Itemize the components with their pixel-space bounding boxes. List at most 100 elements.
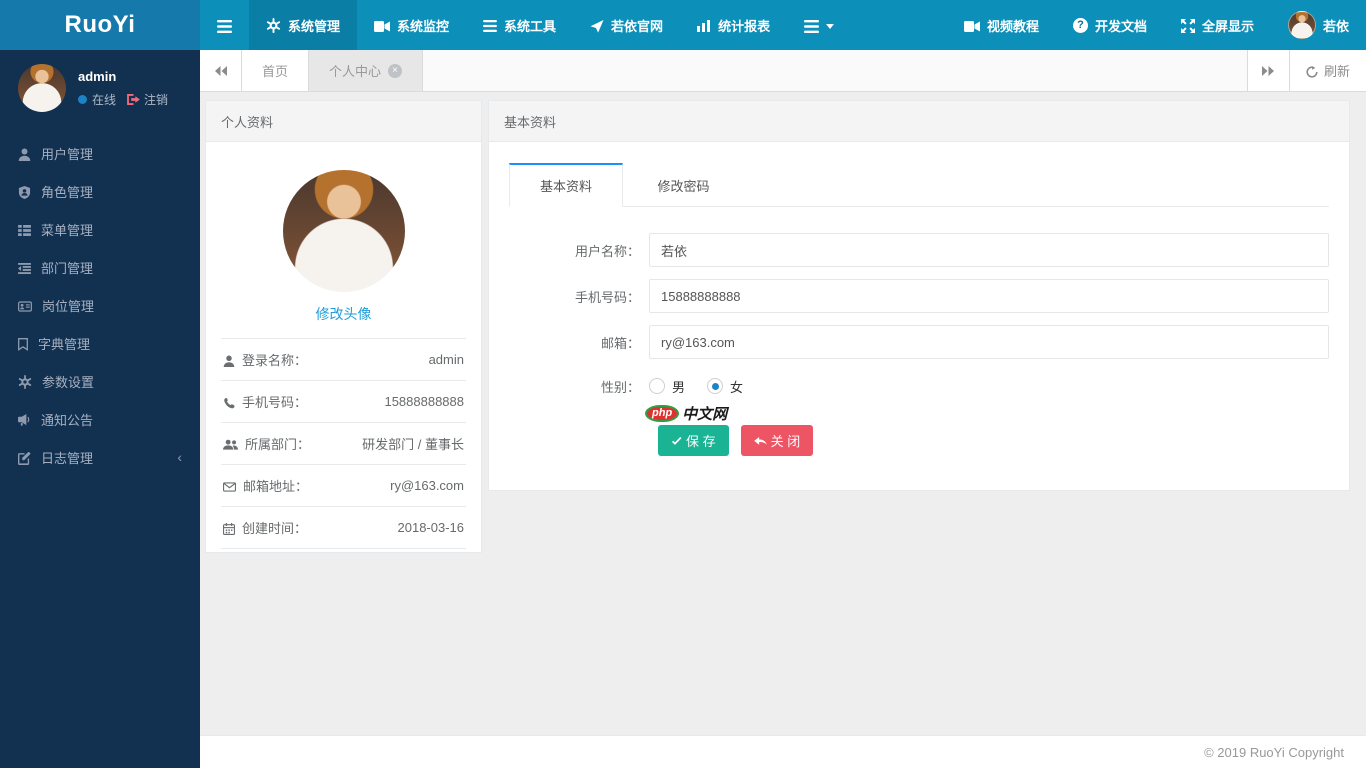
tab-basic-info[interactable]: 基本资料 bbox=[509, 163, 624, 207]
sidebar-item-menu-manage[interactable]: 菜单管理 bbox=[0, 210, 200, 248]
change-avatar-link[interactable]: 修改头像 bbox=[316, 304, 372, 324]
calendar-icon bbox=[223, 520, 242, 535]
nav-item-label: 若依官网 bbox=[611, 18, 664, 34]
gender-radio-male[interactable]: 男 bbox=[649, 377, 685, 396]
nav-item-more-menu[interactable] bbox=[787, 0, 851, 50]
list-item-create-time: 创建时间： 2018-03-16 bbox=[221, 507, 466, 549]
menu-bars-icon bbox=[804, 17, 820, 33]
refresh-icon bbox=[1306, 63, 1318, 78]
tab-personal-center[interactable]: 个人中心 × bbox=[309, 50, 424, 91]
reply-icon bbox=[753, 433, 767, 448]
logout-link[interactable]: 注销 bbox=[127, 91, 168, 108]
users-icon bbox=[223, 436, 245, 451]
tabs-scroll-right-button[interactable] bbox=[1246, 50, 1289, 91]
profile-avatar[interactable] bbox=[282, 170, 405, 292]
tab-change-password[interactable]: 修改密码 bbox=[627, 165, 739, 206]
online-dot-icon bbox=[78, 94, 87, 104]
list-icon bbox=[483, 18, 497, 33]
sidebar-item-dict-manage[interactable]: 字典管理 bbox=[0, 324, 200, 362]
detail-tabs: 基本资料 修改密码 bbox=[509, 162, 1329, 207]
gender-radio-female[interactable]: 女 bbox=[707, 377, 743, 396]
php-cn-watermark: php 中文网 bbox=[645, 403, 1329, 423]
app-logo[interactable]: RuoYi bbox=[0, 0, 200, 50]
sidebar-user-panel: admin 在线 注销 bbox=[0, 50, 200, 128]
basic-info-panel: 基本资料 基本资料 修改密码 用户名称： 手机号码： bbox=[488, 100, 1350, 491]
list-item-email: 邮箱地址： ry@163.com bbox=[221, 465, 466, 507]
user-icon bbox=[18, 145, 31, 161]
basic-info-form: 用户名称： 手机号码： 邮箱： 性别： bbox=[509, 207, 1329, 456]
post-icon bbox=[18, 298, 32, 313]
user-icon bbox=[223, 352, 242, 367]
nav-item-video-tutorial[interactable]: 视频教程 bbox=[947, 0, 1056, 50]
list-item-phone: 手机号码： 15888888888 bbox=[221, 381, 466, 423]
nav-item-user-menu[interactable]: 若依 bbox=[1271, 0, 1366, 50]
radio-icon bbox=[707, 378, 724, 394]
online-status: 在线 bbox=[92, 92, 117, 107]
user-avatar bbox=[1287, 11, 1316, 39]
profile-panel-header: 个人资料 bbox=[206, 101, 481, 142]
bullhorn-icon bbox=[18, 412, 31, 427]
paper-plane-icon bbox=[590, 17, 604, 33]
sidebar-item-log-manage[interactable]: 日志管理 ‹ bbox=[0, 438, 200, 476]
phone-input[interactable] bbox=[649, 279, 1329, 313]
sidebar-item-dept-manage[interactable]: 部门管理 bbox=[0, 248, 200, 286]
list-item-login-name: 登录名称： admin bbox=[221, 339, 466, 381]
tab-home[interactable]: 首页 bbox=[242, 50, 310, 91]
gender-label: 性别： bbox=[600, 379, 640, 395]
copyright-text: © 2019 RuoYi Copyright bbox=[1204, 744, 1344, 760]
username-label: 用户名称： bbox=[574, 243, 640, 259]
sidebar-item-config-manage[interactable]: 参数设置 bbox=[0, 362, 200, 400]
sidebar-item-notice-manage[interactable]: 通知公告 bbox=[0, 400, 200, 438]
gear-icon bbox=[266, 17, 281, 34]
nav-item-system-manage[interactable]: 系统管理 bbox=[249, 0, 358, 50]
nav-item-ruoyi-website[interactable]: 若依官网 bbox=[573, 0, 680, 50]
nav-username: 若依 bbox=[1322, 18, 1349, 34]
main-area: 首页 个人中心 × 刷新 个人资料 修改头像 登录名称： admin 手机号码：… bbox=[200, 50, 1366, 768]
page-footer: © 2019 RuoYi Copyright bbox=[200, 735, 1366, 768]
nav-item-system-monitor[interactable]: 系统监控 bbox=[357, 0, 466, 50]
fullscreen-icon bbox=[1180, 17, 1195, 33]
phone-label: 手机号码： bbox=[574, 289, 640, 305]
chevron-left-icon[interactable]: ‹ bbox=[177, 449, 182, 465]
close-button[interactable]: 关 闭 bbox=[740, 425, 814, 456]
username-input[interactable] bbox=[649, 233, 1329, 267]
nav-item-dev-docs[interactable]: ? 开发文档 bbox=[1056, 0, 1164, 50]
nav-item-fullscreen[interactable]: 全屏显示 bbox=[1164, 0, 1271, 50]
menu-list-icon bbox=[18, 222, 31, 237]
question-icon: ? bbox=[1072, 17, 1088, 33]
page-tab-bar: 首页 个人中心 × 刷新 bbox=[200, 50, 1366, 92]
nav-item-statistics-report[interactable]: 统计报表 bbox=[680, 0, 787, 50]
save-button[interactable]: 保 存 bbox=[658, 425, 729, 456]
sidebar-toggle-button[interactable] bbox=[200, 0, 249, 50]
sidebar-item-role-manage[interactable]: 角色管理 bbox=[0, 172, 200, 210]
video-icon bbox=[963, 18, 980, 33]
email-input[interactable] bbox=[649, 325, 1329, 359]
hamburger-icon bbox=[217, 17, 232, 33]
tab-bar-right: 刷新 bbox=[1246, 50, 1366, 91]
nav-item-label: 系统监控 bbox=[397, 18, 450, 34]
avatar[interactable] bbox=[18, 64, 66, 112]
php-logo-icon: php bbox=[645, 404, 680, 422]
sign-out-icon bbox=[127, 92, 140, 106]
nav-item-system-tools[interactable]: 系统工具 bbox=[466, 0, 573, 50]
topbar: RuoYi 系统管理 系统监控 系统工具 若依官网 统计报表 视频教程 ? 开发… bbox=[0, 0, 1366, 50]
panel-title: 个人资料 bbox=[221, 114, 274, 130]
caret-down-icon bbox=[826, 18, 835, 33]
nav-item-label: 全屏显示 bbox=[1201, 18, 1254, 34]
sidebar-item-post-manage[interactable]: 岗位管理 bbox=[0, 286, 200, 324]
email-label: 邮箱： bbox=[600, 335, 640, 351]
edit-icon bbox=[18, 449, 31, 465]
nav-item-label: 统计报表 bbox=[718, 18, 771, 34]
profile-info-list: 登录名称： admin 手机号码： 15888888888 所属部门： 研发部门… bbox=[221, 338, 466, 549]
nav-item-label: 系统管理 bbox=[288, 18, 341, 34]
bar-chart-icon bbox=[697, 18, 711, 33]
tabs-scroll-left-button[interactable] bbox=[200, 50, 242, 91]
profile-panel: 个人资料 修改头像 登录名称： admin 手机号码： 15888888888 bbox=[205, 100, 482, 553]
sidebar-item-user-manage[interactable]: 用户管理 bbox=[0, 134, 200, 172]
role-icon bbox=[18, 183, 31, 199]
navbar-right: 视频教程 ? 开发文档 全屏显示 若依 bbox=[947, 0, 1366, 50]
basic-info-panel-header: 基本资料 bbox=[489, 101, 1349, 142]
close-icon[interactable]: × bbox=[388, 63, 403, 78]
refresh-button[interactable]: 刷新 bbox=[1288, 50, 1366, 91]
nav-item-label: 视频教程 bbox=[986, 18, 1039, 34]
